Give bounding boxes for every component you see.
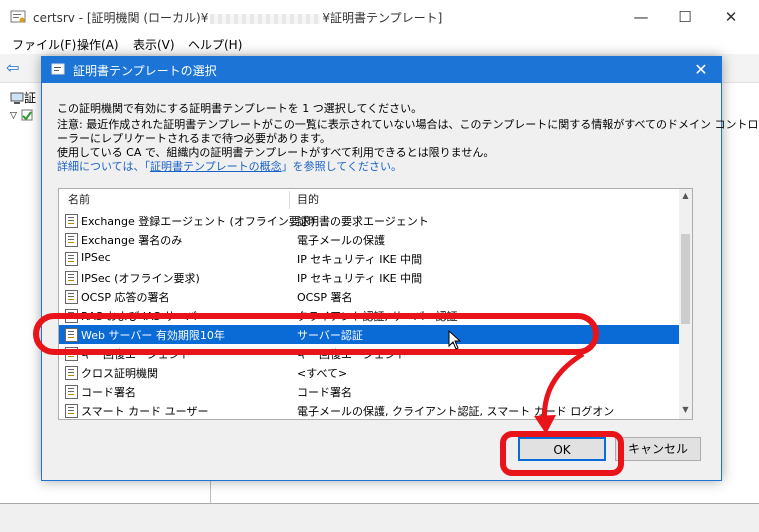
menu-help[interactable]: ヘルプ(H) [188, 36, 242, 53]
tree-item-ca[interactable]: ▽ [10, 107, 33, 121]
template-purpose: <すべて> [297, 367, 348, 380]
template-concepts-link[interactable]: 証明書テンプレートの概念 [150, 160, 282, 173]
list-item[interactable]: スマート カード ユーザー 電子メールの保護, クライアント認証, スマート カー… [59, 401, 679, 419]
template-name: IPSec [81, 251, 111, 264]
certificate-template-icon [65, 271, 78, 285]
tree-item-root-label: 証 [24, 91, 37, 105]
help-prefix: 詳細については、「 [57, 160, 150, 173]
template-purpose: IP セキュリティ IKE 中間 [297, 253, 423, 266]
certificate-icon [51, 63, 65, 75]
dialog-close-button[interactable]: ✕ [687, 57, 715, 83]
tree-item-root[interactable]: 証 [10, 89, 36, 106]
select-template-dialog: 証明書テンプレートの選択 ✕ この証明機関で有効にする証明書テンプレートを 1 … [41, 56, 759, 481]
template-name: Exchange 登録エージェント (オフライン要求) [81, 215, 316, 228]
scroll-down-icon[interactable]: ▼ [679, 405, 692, 417]
highlight-oval-annotation [33, 313, 599, 355]
cancel-button[interactable]: キャンセル [615, 437, 701, 461]
dialog-help-line: 詳細については、「証明書テンプレートの概念」を参照してください。 [57, 158, 402, 174]
column-divider[interactable] [289, 191, 290, 209]
template-name: OCSP 応答の署名 [81, 291, 170, 304]
template-list[interactable]: 名前 目的 Exchange 登録エージェント (オフライン要求) 証明書の要求エ… [58, 188, 693, 420]
list-item[interactable]: Exchange 登録エージェント (オフライン要求) 証明書の要求エージェント [59, 211, 679, 230]
dialog-instruction: この証明機関で有効にする証明書テンプレートを 1 つ選択してください。 [57, 102, 423, 115]
chevron-down-icon[interactable]: ▽ [10, 111, 17, 121]
maximize-button[interactable]: ☐ [670, 6, 700, 28]
minimize-button[interactable]: — [626, 6, 656, 28]
template-name: IPSec (オフライン要求) [81, 272, 200, 285]
help-suffix: 」を参照してください。 [281, 160, 402, 173]
mouse-cursor-icon [448, 330, 462, 350]
column-header-name[interactable]: 名前 [68, 189, 90, 211]
template-purpose: コード署名 [297, 386, 352, 399]
list-item[interactable]: クロス証明機関 <すべて> [59, 363, 679, 382]
window-title-suffix: ¥証明書テンプレート] [322, 11, 443, 25]
list-item[interactable]: IPSec (オフライン要求) IP セキュリティ IKE 中間 [59, 268, 679, 287]
scroll-up-icon[interactable]: ▲ [679, 191, 692, 203]
menu-bar: ファイル(F) 操作(A) 表示(V) ヘルプ(H) [0, 34, 759, 54]
window-titlebar: certsrv - [証明機関 (ローカル)¥ ¥証明書テンプレート] — ☐ ✕ [0, 0, 759, 34]
certificate-template-icon [65, 366, 78, 380]
template-name: Exchange 署名のみ [81, 234, 183, 247]
list-item[interactable]: OCSP 応答の署名 OCSP 署名 [59, 287, 679, 306]
template-purpose: 電子メールの保護, クライアント認証, スマート カード ログオン [297, 405, 615, 418]
certificate-template-icon [65, 385, 78, 399]
template-purpose: IP セキュリティ IKE 中間 [297, 272, 423, 285]
close-button[interactable]: ✕ [716, 6, 746, 28]
certsrv-app-icon [10, 10, 26, 23]
template-name: コード署名 [81, 386, 136, 399]
dialog-titlebar: 証明書テンプレートの選択 ✕ [42, 57, 721, 83]
window-title: certsrv - [証明機関 (ローカル)¥ ¥証明書テンプレート] [33, 9, 442, 26]
highlight-box-annotation [500, 431, 624, 476]
list-item[interactable]: IPSec IP セキュリティ IKE 中間 [59, 249, 679, 268]
list-item[interactable]: Exchange 署名のみ 電子メールの保護 [59, 230, 679, 249]
back-arrow-icon[interactable]: ⇦ [6, 58, 19, 77]
status-bar [0, 503, 759, 532]
template-purpose: OCSP 署名 [297, 291, 353, 304]
menu-file[interactable]: ファイル(F) [12, 36, 76, 53]
certificate-template-icon [65, 214, 78, 228]
list-item[interactable]: コード署名 コード署名 [59, 382, 679, 401]
certificate-template-icon [65, 233, 78, 247]
template-name: スマート カード ユーザー [81, 405, 209, 418]
menu-action[interactable]: 操作(A) [77, 36, 119, 53]
window-title-prefix: certsrv - [証明機関 (ローカル)¥ [33, 11, 209, 25]
certificate-template-icon [65, 290, 78, 304]
dialog-title: 証明書テンプレートの選択 [73, 64, 217, 78]
menu-view[interactable]: 表示(V) [133, 36, 175, 53]
ca-check-icon [21, 109, 33, 121]
certificate-template-icon [65, 252, 78, 266]
certificate-template-icon [65, 404, 78, 418]
vertical-scrollbar[interactable]: ▲ ▼ [679, 189, 692, 419]
redacted-text [210, 13, 321, 24]
column-header-purpose[interactable]: 目的 [297, 189, 319, 211]
template-purpose: 電子メールの保護 [297, 234, 385, 247]
template-name: クロス証明機関 [81, 367, 158, 380]
scroll-thumb[interactable] [681, 234, 690, 324]
template-purpose: 証明書の要求エージェント [297, 215, 429, 228]
computer-icon [10, 92, 24, 104]
